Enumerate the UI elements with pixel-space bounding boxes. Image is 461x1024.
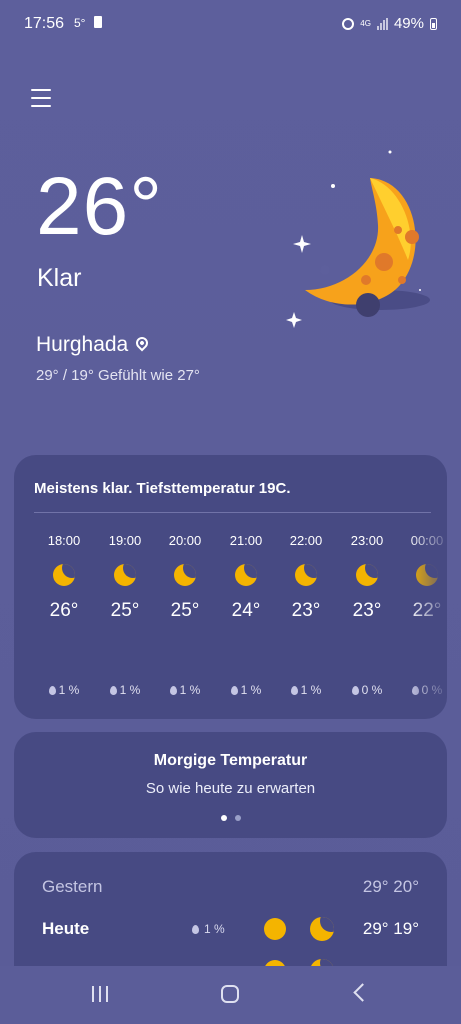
rain-chance: 1 % xyxy=(95,683,155,697)
drop-icon xyxy=(109,685,117,695)
daily-row[interactable]: Gestern 29° 20° xyxy=(42,872,419,902)
day-temps: 29° 20° xyxy=(362,877,419,896)
tomorrow-subtitle: So wie heute zu erwarten xyxy=(145,780,316,797)
rain-chance: 1 % xyxy=(216,683,276,697)
recents-icon[interactable] xyxy=(92,986,108,1002)
rain-col: 1 % xyxy=(95,533,155,703)
rain-chance: 1 % xyxy=(34,683,94,697)
rain-chance: 1 % xyxy=(155,683,215,697)
signal-icon xyxy=(376,17,388,30)
current-condition: Klar xyxy=(37,264,82,292)
sun-icon xyxy=(264,918,286,940)
location[interactable]: Hurghada xyxy=(36,333,151,357)
city-name: Hurghada xyxy=(36,333,129,356)
drop-icon xyxy=(192,924,199,934)
rain-chance: 0 % xyxy=(397,683,447,697)
battery-icon xyxy=(430,17,437,30)
tomorrow-title: Morgige Temperatur xyxy=(153,752,308,769)
rain-col: 1 % xyxy=(155,533,215,703)
moon-icon xyxy=(310,917,334,941)
day-temps: 29° 19° xyxy=(362,919,419,938)
drop-icon xyxy=(351,685,359,695)
day-name: Gestern xyxy=(42,877,103,896)
battery-percent: 49% xyxy=(393,15,424,32)
hourly-list[interactable]: 18:00 26° 19:00 25° 20:00 25° 21:00 24° … xyxy=(14,533,447,703)
sd-card-icon xyxy=(94,16,102,28)
moon-illustration xyxy=(286,150,430,328)
menu-icon[interactable] xyxy=(31,89,51,107)
current-temperature: 26° xyxy=(36,161,164,252)
rain-chance: 0 % xyxy=(337,683,397,697)
rain-chance: 1 % xyxy=(276,683,336,697)
drop-icon xyxy=(230,685,238,695)
rain-col: 1 % xyxy=(216,533,276,703)
page-indicator xyxy=(14,815,447,821)
status-time: 17:56 xyxy=(24,15,65,32)
rain-col: 1 % xyxy=(276,533,336,703)
network-type: 4G xyxy=(360,18,371,28)
minmax-feels: 29° / 19° Gefühlt wie 27° xyxy=(36,367,200,384)
tomorrow-card[interactable]: Morgige Temperatur So wie heute zu erwar… xyxy=(14,732,447,838)
rain-col: 1 % xyxy=(34,533,94,703)
divider xyxy=(34,512,431,513)
alarm-icon xyxy=(342,17,355,30)
forecast-summary: Meistens klar. Tiefsttemperatur 19C. xyxy=(34,480,291,497)
drop-icon xyxy=(48,685,56,695)
rain-col: 0 % xyxy=(337,533,397,703)
day-name: Heute xyxy=(42,919,90,938)
daily-row[interactable]: Heute 1 % 29° 19° xyxy=(42,914,419,944)
drop-icon xyxy=(411,685,419,695)
location-pin-icon xyxy=(133,334,151,352)
hourly-forecast-card[interactable]: Meistens klar. Tiefsttemperatur 19C. 18:… xyxy=(14,455,447,719)
drop-icon xyxy=(290,685,298,695)
home-icon[interactable] xyxy=(221,985,239,1003)
status-temp: 5° xyxy=(74,16,86,30)
rain-chance: 1 % xyxy=(192,922,225,936)
status-bar: 17:56 5° 4G 49% xyxy=(0,0,461,48)
navigation-bar xyxy=(0,966,461,1024)
drop-icon xyxy=(169,685,177,695)
back-icon[interactable] xyxy=(353,983,372,1002)
rain-col: 0 % xyxy=(397,533,447,703)
